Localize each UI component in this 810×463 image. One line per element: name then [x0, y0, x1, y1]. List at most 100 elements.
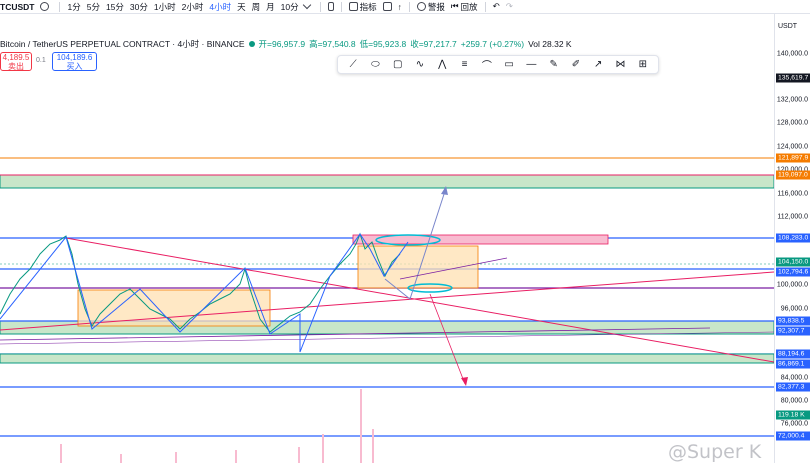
range-box-left — [77, 289, 271, 327]
indicators-button[interactable]: 指标 — [346, 1, 380, 13]
shape-tool-icon[interactable]: ⬭ — [369, 58, 382, 71]
current-price-tag: 104,150.0 — [776, 257, 810, 267]
undo-button[interactable]: ↶ — [490, 1, 503, 12]
chart-legend: Bitcoin / TetherUS PERPETUAL CONTRACT · … — [0, 38, 572, 50]
rectangle-tool-icon[interactable]: ▢ — [391, 58, 404, 71]
divider — [408, 1, 410, 12]
layout-button[interactable] — [380, 2, 395, 11]
axis-tick: 124,000.0 — [776, 143, 808, 151]
timeframe-5m[interactable]: 5分 — [84, 1, 103, 13]
timeframe-30m[interactable]: 30分 — [127, 1, 151, 13]
legend-close: 收=97,217.7 — [410, 39, 457, 49]
indicators-icon — [348, 2, 358, 11]
axis-tick: 140,000.0 — [776, 50, 808, 58]
candle-icon — [327, 2, 334, 11]
axis-tick: 96,000.0 — [780, 305, 808, 313]
legend-volume: Vol 28.32 K — [528, 39, 572, 49]
timeframe-15m[interactable]: 15分 — [103, 1, 127, 13]
arrow-up-icon: ↑ — [397, 1, 402, 12]
price-tag: 93,838.5 — [776, 316, 810, 326]
legend-open: 开=96,957.9 — [258, 39, 306, 49]
ray-tool-icon[interactable]: ↗ — [592, 58, 605, 71]
legend-high: 高=97,540.8 — [309, 39, 356, 49]
divider — [340, 1, 342, 12]
volume-tag: 119.18 K — [776, 410, 810, 420]
axis-tick: 132,000.0 — [776, 96, 808, 104]
arrow-up-button[interactable]: ↑ — [395, 2, 405, 12]
legend-title[interactable]: Bitcoin / TetherUS PERPETUAL CONTRACT · … — [0, 38, 245, 50]
redo-button[interactable]: ↷ — [503, 1, 516, 12]
price-tag: 92,307.7 — [776, 326, 810, 336]
pattern-tool-icon[interactable]: ⋀ — [436, 58, 449, 71]
timeframe-4h[interactable]: 4小时 — [206, 1, 234, 13]
buy-label: 买入 — [66, 61, 83, 71]
green-zone-low — [0, 353, 774, 364]
candle-type-button[interactable] — [325, 2, 337, 11]
indicators-label: 指标 — [359, 1, 377, 12]
bearish-projection — [429, 293, 466, 385]
alert-button[interactable]: 警报 — [414, 1, 448, 13]
sell-button[interactable]: 4,189.5 卖出 — [0, 52, 32, 71]
measure-tool-icon[interactable]: ⊞ — [636, 58, 649, 71]
path-tool-icon[interactable]: ∿ — [413, 58, 426, 71]
alert-label: 警报 — [427, 1, 445, 12]
axis-tick: 100,000.0 — [776, 281, 808, 289]
hline-tool-icon[interactable]: — — [525, 58, 538, 71]
green-zone-top — [0, 174, 774, 189]
price-tag: 121,897.9 — [776, 153, 810, 163]
price-tag: 135,619.7 — [776, 73, 810, 83]
timeframe-dropdown-icon[interactable] — [302, 0, 311, 10]
timeframe-1h[interactable]: 1小时 — [151, 1, 179, 13]
price-tag: 102,794.6 — [776, 267, 810, 277]
grid-icon — [382, 2, 392, 11]
price-tag: 72,000.4 — [776, 431, 810, 441]
legend-change: +259.7 (+0.27%) — [460, 39, 525, 49]
timeframe-1w[interactable]: 周 — [249, 1, 264, 13]
price-tag: 82,377.3 — [776, 382, 810, 392]
divider — [484, 1, 486, 12]
axis-tick: 116,000.0 — [777, 190, 808, 198]
price-tag: 86,869.1 — [776, 359, 810, 369]
timeframe-2h[interactable]: 2小时 — [179, 1, 207, 13]
axis-tick: 112,000.0 — [777, 213, 808, 221]
sell-label: 卖出 — [8, 61, 24, 71]
top-toolbar: TCUSDT 1分 5分 15分 30分 1小时 2小时 4小时 天 周 月 1… — [0, 0, 810, 14]
price-tag: 88,194.6 — [776, 349, 810, 359]
fib-tool-icon[interactable]: ≡ — [458, 58, 471, 71]
market-open-icon — [248, 41, 255, 47]
axis-currency: USDT — [778, 23, 798, 30]
replay-button[interactable]: ⏮ 回放 — [448, 1, 481, 13]
price-tag: 119,097.0 — [776, 170, 810, 180]
symbol-label[interactable]: TCUSDT — [0, 2, 40, 12]
undo-icon: ↶ — [492, 1, 500, 11]
pen-tool-icon[interactable]: ✐ — [569, 58, 582, 71]
curve-tool-icon[interactable]: ⌒ — [480, 58, 493, 72]
spread-value: 0.1 — [36, 57, 46, 64]
watermark: @Super K — [668, 441, 762, 463]
add-symbol-icon[interactable] — [40, 2, 50, 11]
price-tag: 108,283.0 — [776, 233, 810, 243]
chart-pane[interactable]: Bitcoin / TetherUS PERPETUAL CONTRACT · … — [0, 14, 774, 463]
replay-label: 回放 — [460, 1, 478, 12]
divider — [59, 1, 61, 12]
brush-tool-icon[interactable]: ✎ — [547, 58, 560, 71]
timeframe-1mo[interactable]: 月 — [263, 1, 278, 13]
arrow-head-down — [461, 377, 468, 386]
drawing-toolbar: ⟋ ⬭ ▢ ∿ ⋀ ≡ ⌒ ▭ — ✎ ✐ ↗ ⋈ ⊞ — [337, 55, 659, 74]
replay-icon: ⏮ — [450, 1, 459, 11]
line-tool-icon[interactable]: ⟋ — [347, 58, 360, 71]
callout-tool-icon[interactable]: ▭ — [503, 58, 516, 71]
redo-icon: ↷ — [505, 1, 513, 11]
timeframe-10m[interactable]: 10分 — [278, 1, 302, 13]
buy-button[interactable]: 104,189.6 买入 — [52, 52, 97, 71]
price-axis[interactable]: USDT 140,000.0 132,000.0 128,000.0 124,0… — [774, 14, 810, 463]
axis-tick: 84,000.0 — [780, 374, 808, 382]
volume-bars — [60, 389, 374, 463]
axis-tick: 128,000.0 — [776, 119, 808, 127]
node-tool-icon[interactable]: ⋈ — [614, 58, 627, 71]
timeframe-1d[interactable]: 天 — [234, 1, 249, 13]
axis-tick: 76,000.0 — [780, 420, 808, 428]
legend-low: 低=95,923.8 — [359, 39, 407, 49]
axis-tick: 80,000.0 — [780, 397, 808, 405]
timeframe-1m[interactable]: 1分 — [64, 1, 83, 13]
